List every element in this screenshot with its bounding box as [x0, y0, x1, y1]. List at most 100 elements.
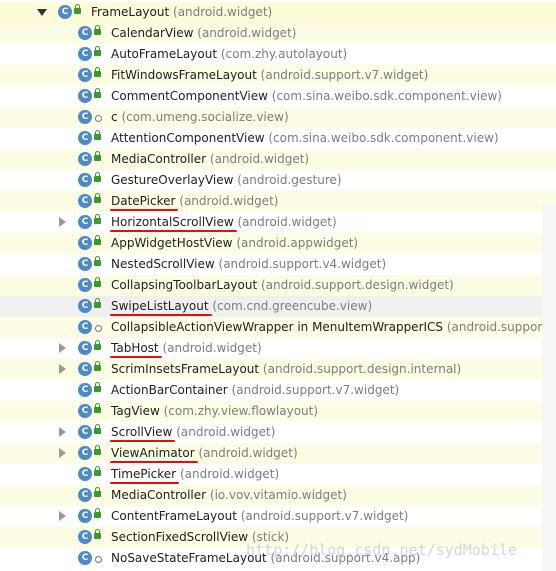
type-hierarchy-tree: C FrameLayout (android.widget) C Calendar… — [0, 0, 556, 571]
tree-node-label: NestedScrollView (android.support.v4.wid… — [111, 257, 386, 271]
tree-row[interactable]: C FitWindowsFrameLayout (android.support.… — [0, 65, 556, 86]
watermark-text: http://blog.csdn.net/sydMobile — [246, 541, 517, 559]
tree-row[interactable]: C MediaController (io.vov.vitamio.widget) — [0, 485, 556, 506]
tree-row[interactable]: C GestureOverlayView (android.gesture) — [0, 170, 556, 191]
class-name: AttentionComponentView — [111, 131, 265, 145]
class-name: NestedScrollView — [111, 257, 215, 271]
class-name: DatePicker — [111, 194, 176, 208]
package-name: (android.widget) — [197, 26, 297, 40]
tree-node-label: TimePicker (android.widget) — [111, 467, 279, 481]
package-name: (android.support.v4.widget) — [218, 257, 387, 271]
class-icon: C — [78, 299, 92, 313]
tree-row[interactable]: C AutoFrameLayout (com.zhy.autolayout) — [0, 44, 556, 65]
tree-node-label: CollapsibleActionViewWrapper in MenuItem… — [111, 320, 556, 334]
lock-icon — [94, 172, 101, 182]
lock-icon — [94, 424, 101, 434]
lock-icon — [94, 151, 101, 161]
class-name: TimePicker — [111, 467, 177, 481]
expand-arrow-icon[interactable] — [59, 343, 66, 353]
tree-row[interactable]: C ViewAnimator (android.widget) — [0, 443, 556, 464]
class-icon: C — [78, 320, 92, 334]
lock-icon — [94, 214, 101, 224]
class-icon: C — [78, 404, 92, 418]
tree-node-label: AutoFrameLayout (com.zhy.autolayout) — [111, 47, 347, 61]
highlight-underline — [110, 482, 180, 484]
tree-row[interactable]: C AppWidgetHostView (android.appwidget) — [0, 233, 556, 254]
lock-icon — [94, 277, 101, 287]
class-icon: C — [78, 26, 92, 40]
package-private-icon — [95, 325, 102, 332]
lock-icon — [94, 403, 101, 413]
package-name: (android.support.v7.widget) — [240, 509, 409, 523]
vertical-scrollbar[interactable] — [542, 205, 556, 571]
class-name: CalendarView — [111, 26, 194, 40]
class-icon: C — [78, 68, 92, 82]
class-name: CollapsibleActionViewWrapper in MenuItem… — [111, 320, 444, 334]
tree-node-label: ScrollView (android.widget) — [111, 425, 275, 439]
tree-node-label: FrameLayout (android.widget) — [91, 5, 272, 19]
lock-icon — [94, 25, 101, 35]
tree-node-label: HorizontalScrollView (android.widget) — [111, 215, 337, 229]
tree-row[interactable]: C DatePicker (android.widget) — [0, 191, 556, 212]
class-icon: C — [78, 551, 92, 565]
package-name: (android.support.design.widget) — [261, 278, 454, 292]
package-name: (android.support.v7.widget) — [260, 68, 429, 82]
lock-icon — [94, 256, 101, 266]
class-icon: C — [78, 131, 92, 145]
lock-icon — [94, 193, 101, 203]
tree-row[interactable]: C CalendarView (android.widget) — [0, 23, 556, 44]
tree-row[interactable]: C MediaController (android.widget) — [0, 149, 556, 170]
class-icon: C — [78, 383, 92, 397]
class-icon: C — [78, 467, 92, 481]
tree-node-label: CommentComponentView (com.sina.weibo.sdk… — [111, 89, 502, 103]
expand-arrow-icon[interactable] — [59, 427, 66, 437]
class-name: AppWidgetHostView — [111, 236, 233, 250]
tree-node-label: CalendarView (android.widget) — [111, 26, 296, 40]
class-name: HorizontalScrollView — [111, 215, 234, 229]
tree-row[interactable]: Cc (com.umeng.socialize.view) — [0, 107, 556, 128]
tree-row[interactable]: C TimePicker (android.widget) — [0, 464, 556, 485]
class-name: MediaController — [111, 152, 207, 166]
lock-icon — [94, 235, 101, 245]
tree-node-label: c (com.umeng.socialize.view) — [111, 110, 289, 124]
tree-row[interactable]: C CommentComponentView (com.sina.weibo.sd… — [0, 86, 556, 107]
highlight-underline — [110, 461, 198, 463]
expand-arrow-icon[interactable] — [59, 217, 66, 227]
tree-row[interactable]: C ScrollView (android.widget) — [0, 422, 556, 443]
package-name: (com.zhy.autolayout) — [220, 47, 348, 61]
class-icon: C — [58, 5, 72, 19]
class-icon: C — [78, 173, 92, 187]
lock-icon — [94, 529, 101, 539]
tree-row[interactable]: C NestedScrollView (android.support.v4.wi… — [0, 254, 556, 275]
class-icon: C — [78, 278, 92, 292]
tree-node-label: TabHost (android.widget) — [111, 341, 262, 355]
tree-root-row[interactable]: C FrameLayout (android.widget) — [0, 2, 556, 23]
tree-row[interactable]: C ContentFrameLayout (android.support.v7.… — [0, 506, 556, 527]
class-name: MediaController — [111, 488, 207, 502]
package-name: (android.widget) — [237, 215, 337, 229]
tree-row[interactable]: C ActionBarContainer (android.support.v7.… — [0, 380, 556, 401]
lock-icon — [94, 487, 101, 497]
tree-row[interactable]: C TagView (com.zhy.view.flowlayout) — [0, 401, 556, 422]
tree-row[interactable]: C SwipeListLayout (com.cnd.greencube.view… — [0, 296, 556, 317]
tree-row[interactable]: C AttentionComponentView (com.sina.weibo.… — [0, 128, 556, 149]
highlight-underline — [110, 440, 176, 442]
expand-arrow-icon[interactable] — [59, 511, 66, 521]
tree-row[interactable]: C TabHost (android.widget) — [0, 338, 556, 359]
class-name: ScrollView — [111, 425, 173, 439]
package-name: (com.sina.weibo.sdk.component.view) — [268, 131, 499, 145]
tree-node-label: ActionBarContainer (android.support.v7.w… — [111, 383, 399, 397]
collapse-arrow-icon[interactable] — [37, 9, 47, 16]
lock-icon — [94, 46, 101, 56]
package-name: (com.zhy.view.flowlayout) — [163, 404, 319, 418]
expand-arrow-icon[interactable] — [59, 364, 66, 374]
tree-row[interactable]: C CollapsingToolbarLayout (android.suppor… — [0, 275, 556, 296]
tree-node-label: DatePicker (android.widget) — [111, 194, 278, 208]
expand-arrow-icon[interactable] — [59, 448, 66, 458]
package-private-icon — [95, 115, 102, 122]
package-name: (android.widget) — [209, 152, 310, 166]
tree-row[interactable]: C ScrimInsetsFrameLayout (android.support… — [0, 359, 556, 380]
tree-row[interactable]: C CollapsibleActionViewWrapper in MenuIte… — [0, 317, 556, 338]
tree-row[interactable]: C HorizontalScrollView (android.widget) — [0, 212, 556, 233]
class-name: AutoFrameLayout — [111, 47, 218, 61]
